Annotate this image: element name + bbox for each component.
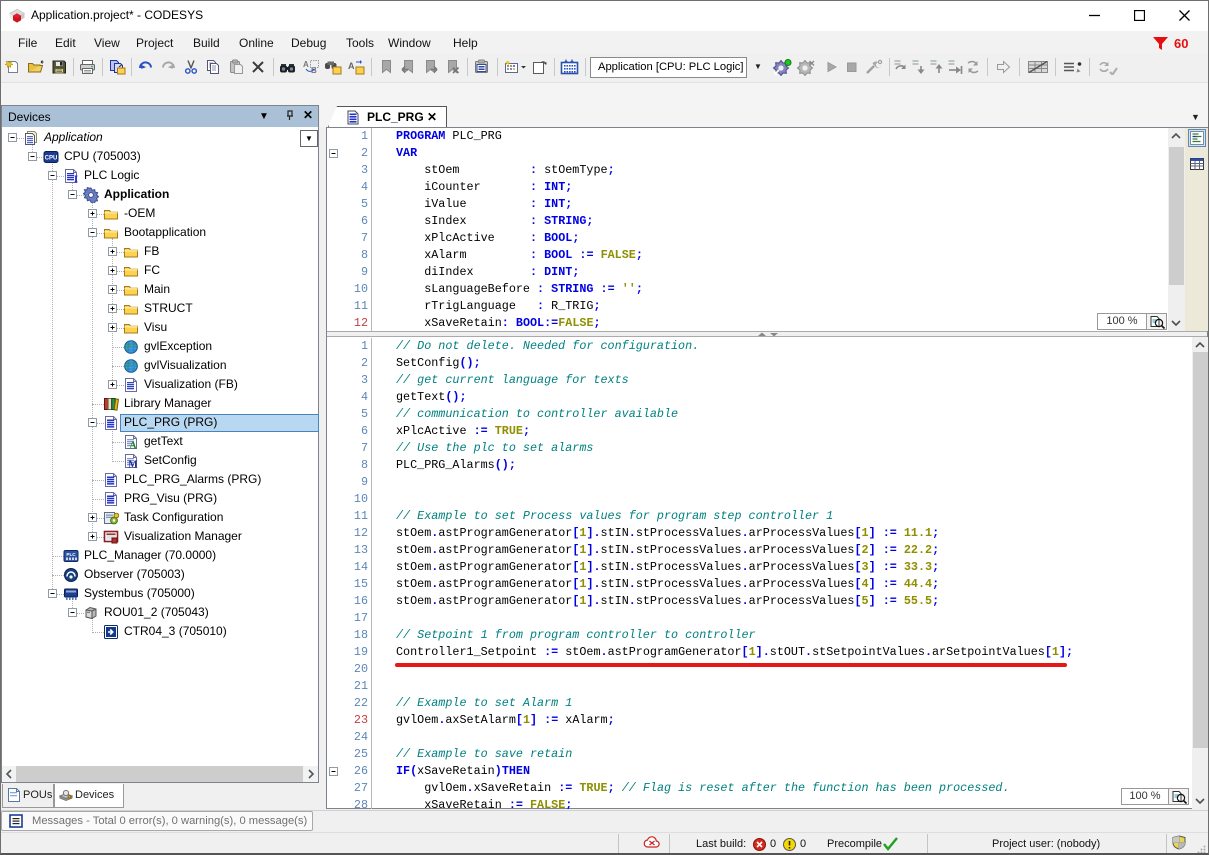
- svg-text:M: M: [128, 460, 138, 470]
- svg-text:A: A: [129, 441, 137, 451]
- svg-text:A: A: [303, 60, 309, 69]
- svg-text:CPU: CPU: [45, 156, 58, 162]
- svg-text:PLC: PLC: [66, 552, 76, 557]
- svg-text:A: A: [348, 61, 355, 71]
